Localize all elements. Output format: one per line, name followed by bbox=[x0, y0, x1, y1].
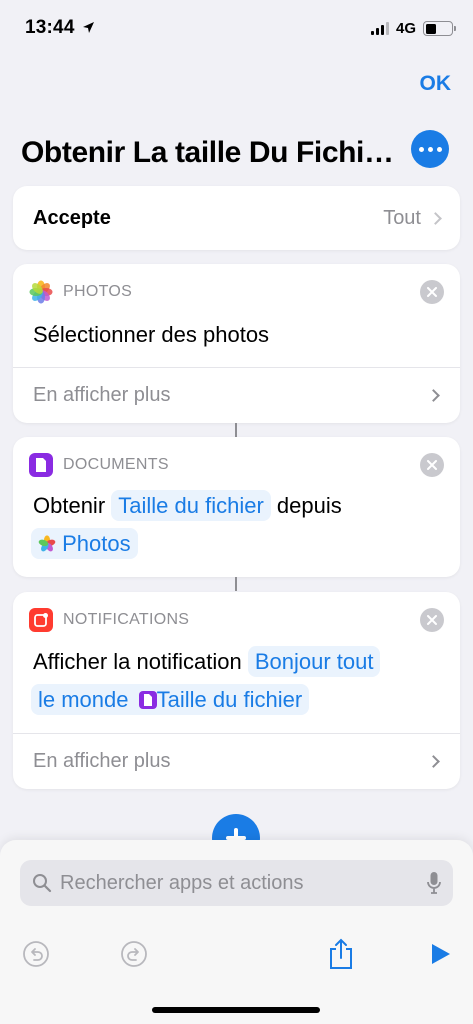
notification-text-token[interactable]: Bonjour tout bbox=[247, 646, 381, 677]
accepte-value: Tout bbox=[383, 207, 442, 230]
accepte-label: Accepte bbox=[33, 206, 111, 229]
redo-button[interactable] bbox=[118, 938, 150, 970]
delete-action-button[interactable] bbox=[420, 453, 444, 477]
editor-toolbar bbox=[0, 928, 473, 988]
status-bar: 13:44 4G bbox=[0, 0, 473, 58]
action-search-sheet: Rechercher apps et actions bbox=[0, 840, 473, 1024]
chevron-right-icon bbox=[427, 754, 440, 768]
battery-icon bbox=[423, 21, 456, 36]
photos-variable-token[interactable]: Photos bbox=[31, 528, 138, 559]
undo-button[interactable] bbox=[20, 938, 52, 970]
action-card-photos[interactable]: PHOTOS Sélectionner des photos En affich… bbox=[13, 264, 460, 423]
action-text-prefix: Obtenir bbox=[33, 493, 106, 518]
redo-icon bbox=[121, 941, 147, 967]
documents-icon bbox=[29, 453, 53, 477]
show-more-row[interactable]: En afficher plus bbox=[13, 733, 460, 789]
run-button[interactable] bbox=[424, 938, 456, 970]
action-connector bbox=[235, 423, 237, 437]
more-options-button[interactable] bbox=[411, 130, 449, 168]
accepte-row[interactable]: Accepte Tout bbox=[13, 186, 460, 250]
network-type: 4G bbox=[395, 20, 416, 37]
page-title: Obtenir La taille Du Fichi… bbox=[21, 136, 394, 169]
notification-text-token[interactable]: le monde Taille du fichier bbox=[31, 684, 310, 715]
show-more-row[interactable]: En afficher plus bbox=[13, 367, 460, 423]
action-text-prefix: Afficher la notification bbox=[33, 649, 242, 674]
delete-action-button[interactable] bbox=[420, 280, 444, 304]
photos-icon bbox=[29, 280, 53, 304]
location-arrow-icon bbox=[83, 22, 95, 34]
show-more-label: En afficher plus bbox=[33, 383, 171, 406]
close-icon bbox=[427, 287, 437, 297]
action-app-name: PHOTOS bbox=[63, 283, 133, 300]
action-text: Afficher la notification Bonjour tout le… bbox=[31, 643, 458, 719]
close-icon bbox=[427, 460, 437, 470]
search-input[interactable]: Rechercher apps et actions bbox=[20, 860, 453, 906]
notifications-icon bbox=[29, 608, 53, 632]
action-text: Sélectionner des photos bbox=[33, 322, 270, 347]
share-icon bbox=[330, 938, 352, 969]
action-app-name: DOCUMENTS bbox=[63, 456, 169, 473]
photos-icon bbox=[38, 535, 56, 552]
action-card-documents[interactable]: DOCUMENTS Obtenir Taille du fichier depu… bbox=[13, 437, 460, 577]
action-connector bbox=[235, 577, 237, 591]
documents-icon bbox=[138, 691, 157, 709]
home-indicator bbox=[152, 1007, 320, 1013]
undo-icon bbox=[23, 941, 49, 967]
play-icon bbox=[432, 944, 450, 964]
action-text-mid: depuis bbox=[276, 493, 342, 518]
action-app-name: NOTIFICATIONS bbox=[63, 611, 190, 628]
share-button[interactable] bbox=[325, 938, 357, 970]
ok-button[interactable]: OK bbox=[420, 72, 452, 96]
search-icon bbox=[33, 874, 52, 893]
chevron-right-icon bbox=[429, 211, 442, 225]
status-time: 13:44 bbox=[25, 17, 95, 39]
action-text: Obtenir Taille du fichier depuis Photos bbox=[31, 487, 453, 563]
signal-icon bbox=[370, 22, 389, 35]
file-size-parameter[interactable]: Taille du fichier bbox=[111, 490, 271, 521]
search-placeholder: Rechercher apps et actions bbox=[60, 871, 304, 894]
chevron-right-icon bbox=[427, 388, 440, 402]
show-more-label: En afficher plus bbox=[33, 749, 171, 772]
microphone-icon[interactable] bbox=[427, 871, 441, 895]
close-icon bbox=[427, 615, 437, 625]
action-card-notifications[interactable]: NOTIFICATIONS Afficher la notification B… bbox=[13, 592, 460, 789]
delete-action-button[interactable] bbox=[420, 608, 444, 632]
